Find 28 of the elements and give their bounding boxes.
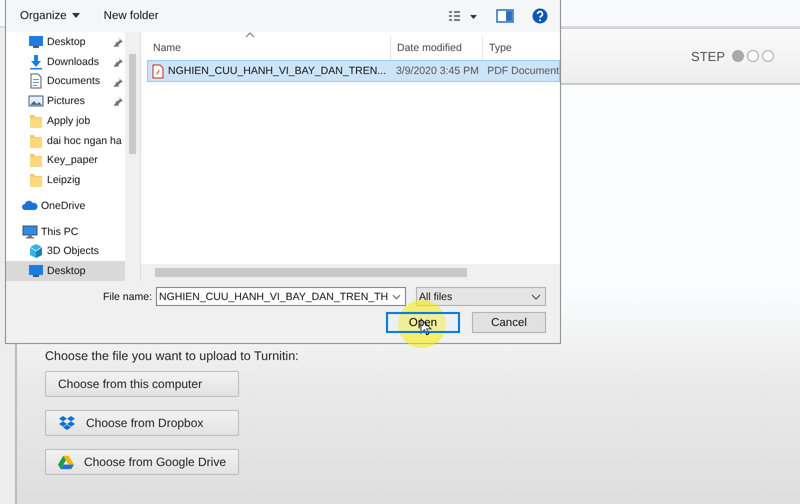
upload-source-button[interactable]: Choose from Google Drive bbox=[45, 449, 239, 475]
sidebar-item[interactable]: Pictures bbox=[6, 91, 125, 112]
upload-source-button[interactable]: Choose from Dropbox bbox=[45, 410, 239, 436]
file-row[interactable]: NGHIEN_CUU_HANH_VI_BAY_DAN_TREN... 3/9/2020 3:45 PM PDF Document bbox=[147, 60, 560, 82]
sidebar-item[interactable]: Desktop bbox=[6, 261, 125, 281]
file-name: NGHIEN_CUU_HANH_VI_BAY_DAN_TREN... bbox=[168, 65, 386, 77]
sidebar-item[interactable]: 3D Objects bbox=[6, 242, 125, 262]
upload-source-button[interactable]: Choose from this computer bbox=[45, 371, 239, 397]
sidebar-item[interactable]: Apply job bbox=[6, 111, 125, 131]
sidebar-item[interactable]: Downloads bbox=[6, 52, 125, 72]
file-name-label: File name: bbox=[102, 290, 152, 302]
sidebar-item[interactable]: OneDrive bbox=[6, 196, 125, 216]
sidebar-item[interactable]: Documents bbox=[6, 72, 125, 92]
file-type-dropdown[interactable]: All files bbox=[416, 287, 546, 306]
dialog-button[interactable]: Cancel bbox=[472, 312, 546, 333]
type-cell-text: PDF Document bbox=[486, 65, 559, 77]
sidebar-item[interactable]: This PC bbox=[6, 222, 125, 242]
sidebar-item[interactable]: dai hoc ngan ha bbox=[6, 130, 125, 151]
sidebar-item[interactable]: Key_paper bbox=[6, 150, 125, 170]
sidebar-item[interactable]: Desktop bbox=[6, 32, 125, 52]
sidebar-item[interactable]: Leipzig bbox=[6, 170, 125, 190]
step-label: STEP bbox=[691, 48, 725, 64]
upload-prompt: Choose the file you want to upload to Turnitin: bbox=[45, 349, 300, 363]
file-name-field[interactable]: NGHIEN_CUU_HANH_VI_BAY_DAN_TREN_TH bbox=[156, 287, 406, 306]
organize-menu[interactable]: Organize bbox=[20, 8, 80, 24]
column-header[interactable]: Type bbox=[483, 36, 560, 60]
new-folder-button[interactable]: New folder bbox=[104, 8, 159, 24]
date-cell-text: 3/9/2020 3:45 PM bbox=[394, 65, 480, 77]
